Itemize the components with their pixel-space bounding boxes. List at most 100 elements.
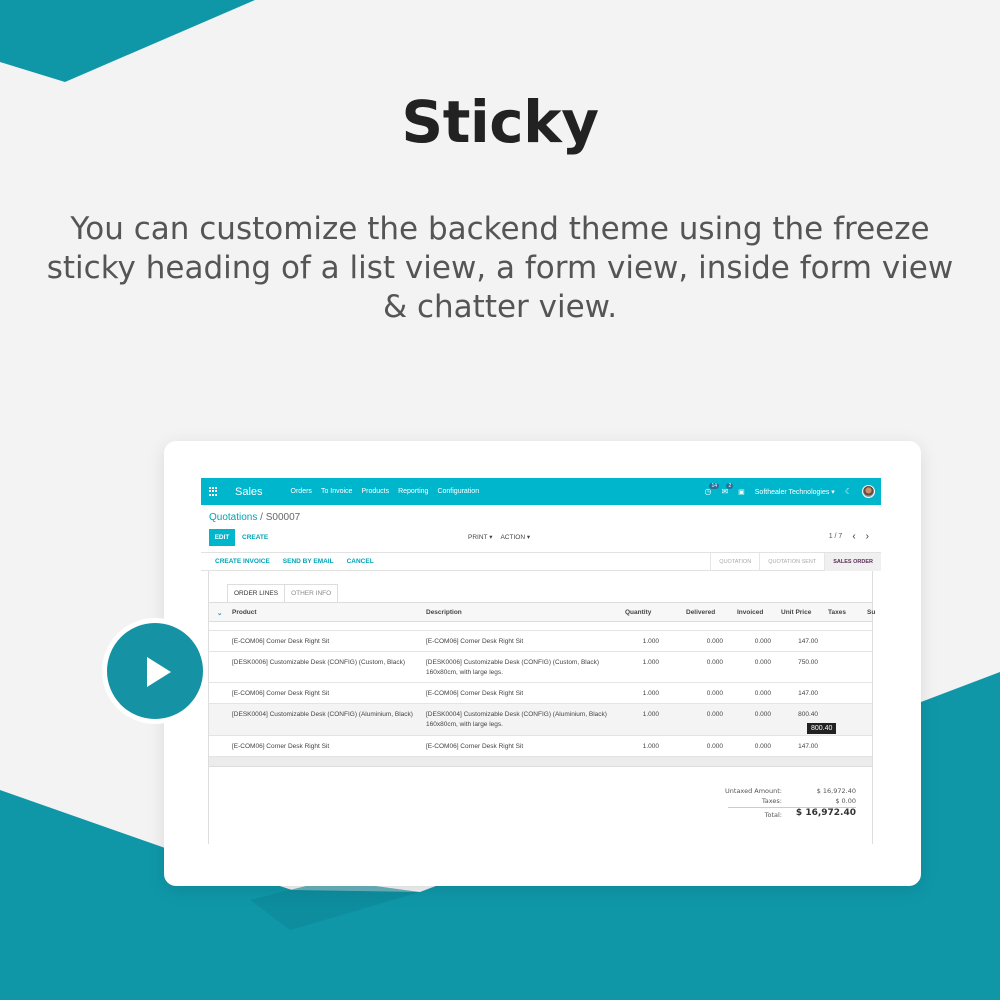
col-unit-price[interactable]: Unit Price (781, 609, 811, 616)
col-subtotal[interactable]: Su (867, 609, 875, 616)
avatar[interactable] (862, 485, 875, 498)
play-video-button[interactable] (102, 618, 208, 724)
description-cell: [E-COM06] Corner Desk Right Sit (426, 638, 524, 645)
top-navbar: Sales Orders To Invoice Products Reporti… (201, 478, 881, 505)
quantity-cell: 1.000 (642, 743, 659, 750)
nav-item-orders[interactable]: Orders (291, 488, 312, 495)
edit-button[interactable]: EDIT (209, 529, 235, 546)
chevron-left-icon[interactable]: ‹ (852, 532, 855, 542)
status-actions: CREATE INVOICE SEND BY EMAIL CANCEL (215, 558, 374, 565)
delivered-cell: 0.000 (706, 743, 723, 750)
product-cell: [E-COM06] Corner Desk Right Sit (232, 743, 330, 750)
play-icon (147, 657, 171, 687)
print-action-menus: PRINT ▾ ACTION ▾ (468, 533, 530, 541)
description-cell: [E-COM06] Corner Desk Right Sit (426, 743, 524, 750)
unit-price-cell: 147.00 (798, 638, 818, 645)
invoiced-cell: 0.000 (754, 659, 771, 666)
invoiced-cell: 0.000 (754, 638, 771, 645)
unit-price-cell: 147.00 (798, 743, 818, 750)
unit-price-cell: 750.00 (798, 659, 818, 666)
pager-value[interactable]: 1 / 7 (829, 533, 843, 540)
create-button[interactable]: CREATE (242, 529, 268, 546)
breadcrumb-quotations[interactable]: Quotations (209, 512, 257, 523)
unit-price-cell: 800.40 (798, 711, 818, 718)
print-label: PRINT (468, 534, 488, 541)
breadcrumb: Quotations / S00007 (209, 512, 300, 523)
invoiced-cell: 0.000 (754, 690, 771, 697)
headline: Sticky (401, 88, 599, 156)
action-label: ACTION (500, 534, 526, 541)
product-cell: [E-COM06] Corner Desk Right Sit (232, 638, 330, 645)
chevron-down-icon[interactable]: ⌄ (217, 609, 222, 617)
description-text: You can customize the backend theme usin… (46, 211, 954, 325)
print-dropdown[interactable]: PRINT ▾ (468, 533, 492, 541)
tab-other-info[interactable]: OTHER INFO (285, 584, 339, 603)
nav-item-reporting[interactable]: Reporting (398, 488, 428, 495)
partial-row (209, 622, 872, 631)
cancel-button[interactable]: CANCEL (347, 558, 374, 565)
quantity-cell: 1.000 (642, 659, 659, 666)
company-name: Softhealer Technologies (754, 488, 830, 496)
invoiced-cell: 0.000 (754, 711, 771, 718)
total-value: $ 16,972.40 (795, 808, 856, 818)
taxes-label: Taxes: (761, 797, 782, 805)
app-title[interactable]: Sales (235, 486, 263, 498)
col-invoiced[interactable]: Invoiced (737, 609, 763, 616)
nav-item-configuration[interactable]: Configuration (437, 488, 479, 495)
table-header: ⌄ Product Description Quantity Delivered… (209, 602, 875, 622)
nav-menu: Orders To Invoice Products Reporting Con… (291, 488, 480, 495)
message-badge: 2 (726, 483, 734, 489)
col-description[interactable]: Description (426, 609, 462, 616)
moon-icon[interactable]: ☾ (845, 487, 852, 496)
delivered-cell: 0.000 (706, 711, 723, 718)
stage-sales-order[interactable]: SALES ORDER (824, 553, 881, 571)
product-cell: [E-COM06] Corner Desk Right Sit (232, 690, 330, 697)
description-cell: [DESK0006] Customizable Desk (CONFIG) (C… (426, 659, 600, 676)
table-row[interactable]: [E-COM06] Corner Desk Right Sit [E-COM06… (209, 736, 872, 757)
gift-icon[interactable]: ▣ (738, 488, 745, 496)
stage-quotation-sent[interactable]: QUOTATION SENT (759, 553, 824, 571)
chevron-right-icon[interactable]: › (866, 532, 869, 542)
col-quantity[interactable]: Quantity (625, 609, 651, 616)
unit-price-cell: 147.00 (798, 690, 818, 697)
breadcrumb-separator: / (260, 512, 263, 523)
status-bar: CREATE INVOICE SEND BY EMAIL CANCEL QUOT… (201, 552, 881, 571)
company-switcher[interactable]: Softhealer Technologies ▾ (755, 488, 835, 496)
col-product[interactable]: Product (232, 609, 257, 616)
navbar-right: ◷ 14 ✉ 2 ▣ Softhealer Technologies ▾ ☾ (704, 478, 875, 505)
breadcrumb-current: S00007 (265, 512, 301, 523)
clock-icon[interactable]: ◷ 14 (704, 483, 720, 496)
promo-slide: Sticky You can customize the backend the… (0, 0, 1000, 1000)
table-row[interactable]: [DESK0006] Customizable Desk (CONFIG) (C… (209, 652, 872, 683)
nav-item-products[interactable]: Products (361, 488, 389, 495)
nav-item-to-invoice[interactable]: To Invoice (321, 488, 353, 495)
chat-icon[interactable]: ✉ 2 (721, 483, 734, 496)
untaxed-value: $ 16,972.40 (816, 787, 856, 795)
table-row[interactable]: [DESK0004] Customizable Desk (CONFIG) (A… (209, 704, 872, 736)
description-cell: [E-COM06] Corner Desk Right Sit (426, 690, 524, 697)
col-delivered[interactable]: Delivered (686, 609, 715, 616)
invoiced-cell: 0.000 (754, 743, 771, 750)
product-cell: [DESK0004] Customizable Desk (CONFIG) (A… (232, 711, 413, 718)
quantity-cell: 1.000 (642, 690, 659, 697)
apps-grid-icon[interactable] (209, 486, 219, 497)
stage-pipeline: QUOTATION QUOTATION SENT SALES ORDER (710, 553, 881, 571)
delivered-cell: 0.000 (706, 659, 723, 666)
table-footer-band (209, 757, 872, 767)
send-by-email-button[interactable]: SEND BY EMAIL (283, 558, 334, 565)
table-row[interactable]: [E-COM06] Corner Desk Right Sit [E-COM06… (209, 683, 872, 704)
product-cell: [DESK0006] Customizable Desk (CONFIG) (C… (232, 659, 406, 666)
description-cell: [DESK0004] Customizable Desk (CONFIG) (A… (426, 711, 607, 728)
col-taxes[interactable]: Taxes (828, 609, 846, 616)
create-invoice-button[interactable]: CREATE INVOICE (215, 558, 270, 565)
untaxed-label: Untaxed Amount: (725, 787, 782, 795)
quantity-cell: 1.000 (642, 638, 659, 645)
stage-quotation[interactable]: QUOTATION (710, 553, 759, 571)
action-dropdown[interactable]: ACTION ▾ (500, 533, 530, 541)
taxes-value: $ 0.00 (835, 797, 856, 805)
tab-order-lines[interactable]: ORDER LINES (227, 584, 286, 603)
delivered-cell: 0.000 (706, 690, 723, 697)
delivered-cell: 0.000 (706, 638, 723, 645)
total-label: Total: (764, 811, 782, 819)
table-row[interactable]: [E-COM06] Corner Desk Right Sit [E-COM06… (209, 631, 872, 652)
